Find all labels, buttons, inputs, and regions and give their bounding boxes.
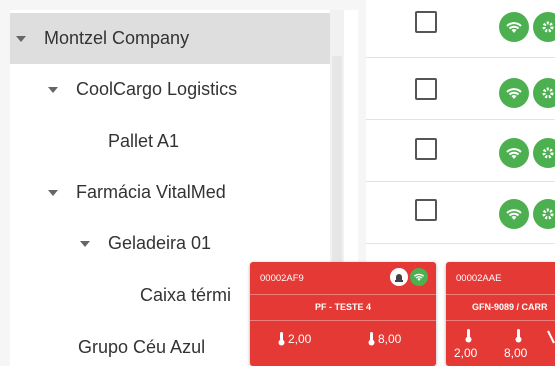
chevron-down-icon[interactable] — [80, 240, 90, 247]
temp-max-value: 8,00 — [378, 332, 402, 346]
thermometer-icon — [515, 329, 521, 343]
chevron-down-icon[interactable] — [48, 86, 58, 93]
tree-item-label: Montzel Company — [44, 28, 190, 48]
app-stage: Montzel Company CoolCargo Logistics Pall… — [0, 0, 555, 366]
wifi-icon — [499, 199, 529, 229]
card-divider — [446, 294, 555, 295]
card-divider — [446, 320, 555, 321]
gear-icon — [533, 138, 555, 168]
device-card[interactable]: 00002AF9 PF - TESTE 4 2,00 8,00 — [250, 262, 436, 366]
thermometer-icon — [368, 332, 375, 346]
temp-min: 2,00 — [278, 332, 311, 346]
wifi-icon — [499, 12, 529, 42]
gear-icon — [533, 199, 555, 229]
row-checkbox[interactable] — [415, 138, 437, 160]
tree-item-label: CoolCargo Logistics — [76, 79, 238, 99]
battery-icon — [546, 329, 555, 348]
temp-min-value: 2,00 — [454, 346, 478, 360]
device-name: PF - TESTE 4 — [314, 302, 371, 312]
temp-max-value: 8,00 — [504, 346, 528, 360]
list-item[interactable] — [366, 120, 555, 182]
wifi-icon — [410, 268, 428, 286]
wifi-icon — [499, 138, 529, 168]
list-item[interactable] — [366, 58, 555, 120]
tree-item-label: Geladeira 01 — [108, 233, 212, 253]
tree-item-label: Caixa térmi — [140, 285, 232, 305]
tree-item-label: Grupo Céu Azul — [78, 337, 206, 357]
chevron-down-icon[interactable] — [48, 189, 58, 196]
row-checkbox[interactable] — [415, 11, 437, 33]
thermometer-icon — [465, 329, 471, 343]
thermometer-icon — [278, 332, 285, 346]
tree-item-coolcargo-logistics[interactable]: CoolCargo Logistics — [10, 64, 340, 115]
tree-item-pallet-a1[interactable]: Pallet A1 — [10, 116, 340, 167]
scrollbar-thumb[interactable] — [332, 56, 342, 286]
device-card[interactable]: 00002AAE GFN-9089 / CARR 2,00 8,00 — [446, 262, 555, 366]
list-item[interactable] — [366, 182, 555, 244]
tree-item-farmacia-vitalmed[interactable]: Farmácia VitalMed — [10, 167, 340, 218]
temp-max: 8,00 — [368, 332, 401, 346]
wifi-icon — [499, 78, 529, 108]
device-id: 00002AF9 — [260, 273, 304, 284]
gear-icon — [533, 78, 555, 108]
alarm-light-icon — [390, 268, 408, 286]
chevron-down-icon[interactable] — [16, 35, 26, 42]
tree-item-montzel-company[interactable]: Montzel Company — [10, 13, 330, 64]
device-id: 00002AAE — [456, 273, 502, 284]
tree-item-label: Pallet A1 — [108, 131, 180, 151]
list-item[interactable] — [366, 0, 555, 58]
row-checkbox[interactable] — [415, 199, 437, 221]
card-divider — [250, 294, 436, 295]
card-divider — [250, 320, 436, 321]
tree-item-label: Farmácia VitalMed — [76, 182, 226, 202]
device-name: GFN-9089 / CARR — [472, 302, 548, 312]
temp-min-value: 2,00 — [288, 332, 312, 346]
gear-icon — [533, 12, 555, 42]
row-checkbox[interactable] — [415, 78, 437, 100]
